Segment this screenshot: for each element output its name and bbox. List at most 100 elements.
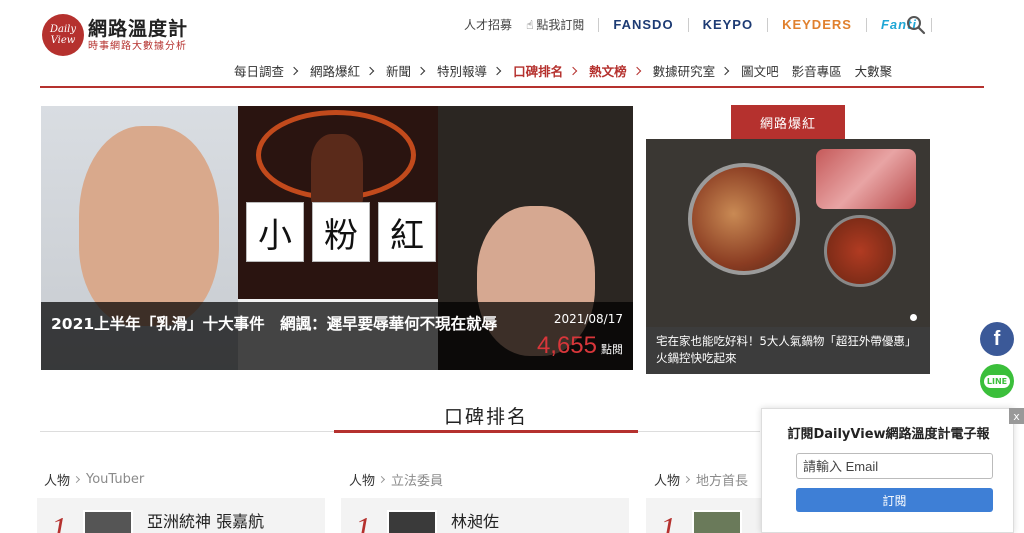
ranking-name[interactable]: 林昶佐	[451, 508, 499, 532]
chevron-right-icon	[568, 66, 578, 75]
chevron-right-icon	[632, 66, 641, 75]
nav-special-report[interactable]: 特別報導	[437, 61, 502, 80]
carousel-dot[interactable]	[910, 314, 917, 321]
hero-photo-figure	[311, 134, 363, 206]
divider	[767, 17, 769, 32]
avatar	[83, 510, 133, 533]
careers-link[interactable]: 人才招募	[464, 16, 512, 33]
hand-pointer-icon: ☝	[526, 17, 534, 32]
brand-keyders[interactable]: KEYDERS	[782, 17, 852, 32]
nav-label: 熱文榜	[589, 64, 627, 79]
nav-label: 新聞	[386, 64, 412, 79]
chevron-right-icon	[682, 475, 691, 484]
nav-news[interactable]: 新聞	[386, 61, 426, 80]
top-links: 人才招募 ☝ 點我訂閱 FANSDO KEYPO KEYDERS Fanti	[464, 16, 932, 33]
rank-number: 1	[355, 510, 371, 533]
search-icon[interactable]	[906, 15, 926, 35]
divider	[865, 17, 867, 32]
newsletter-title: 訂閱DailyView網路溫度計電子報	[787, 427, 990, 442]
ranking-card[interactable]: 1 林昶佐	[341, 498, 629, 533]
nav-hot-articles[interactable]: 熱文榜	[589, 61, 641, 80]
hero-feature[interactable]: 小 粉 紅 2021上半年「乳滑」十大事件 網諷：遲早要辱華何不現在就辱 202…	[41, 106, 633, 370]
ranking-category[interactable]: 人物 地方首長	[654, 470, 748, 489]
chevron-right-icon	[289, 66, 299, 75]
nav-ranking[interactable]: 口碑排名	[513, 61, 578, 80]
category-sub: YouTuber	[86, 472, 145, 487]
logo-subtitle: 時事網路大數據分析	[88, 40, 187, 52]
side-photo-meat	[816, 149, 916, 209]
subscribe-button[interactable]: 訂閱	[796, 488, 993, 512]
nav-daily-survey[interactable]: 每日調查	[234, 61, 299, 80]
divider	[598, 17, 600, 32]
section-underline	[334, 430, 638, 433]
main-nav: 每日調查 網路爆紅 新聞 特別報導 口碑排名 熱文榜 數據研究室 圖文吧 影音專…	[234, 61, 892, 80]
line-label: LINE	[983, 374, 1011, 388]
category-label: 人物	[44, 474, 71, 489]
logo-badge-top: Daily	[49, 24, 77, 35]
hero-title[interactable]: 2021上半年「乳滑」十大事件 網諷：遲早要辱華何不現在就辱	[51, 313, 521, 336]
divider	[687, 17, 689, 32]
brand-fansdo[interactable]: FANSDO	[613, 17, 673, 32]
category-label: 人物	[349, 474, 376, 489]
category-label: 人物	[654, 474, 681, 489]
side-photo-hotpot	[824, 215, 896, 287]
hero-date: 2021/08/17	[553, 312, 623, 326]
chevron-right-icon	[72, 475, 81, 484]
rank-number: 1	[51, 510, 67, 533]
category-sub: 地方首長	[696, 474, 749, 489]
ranking-category[interactable]: 人物 YouTuber	[44, 470, 144, 489]
nav-label: 圖文吧	[741, 64, 779, 79]
nav-underline	[40, 86, 984, 88]
avatar	[692, 510, 742, 533]
section-title: 口碑排名	[443, 406, 528, 428]
chevron-right-icon	[416, 66, 426, 75]
chevron-right-icon	[377, 475, 386, 484]
ranking-name[interactable]: 亞洲統神 張嘉航	[147, 508, 264, 532]
nav-data-lab[interactable]: 數據研究室	[652, 61, 730, 80]
nav-label: 特別報導	[437, 64, 488, 79]
side-feature[interactable]: 網路爆紅 宅在家也能吃好料！5大人氣鍋物「超狂外帶優惠」 火鍋控快吃起來	[646, 105, 930, 374]
newsletter-popup: 訂閱DailyView網路溫度計電子報 訂閱	[761, 408, 1014, 533]
ranking-category[interactable]: 人物 立法委員	[349, 470, 443, 489]
nav-viral[interactable]: 網路爆紅	[310, 61, 375, 80]
nav-label: 影音專區	[791, 64, 842, 79]
logo-badge: Daily View	[42, 14, 84, 56]
nav-label: 數據研究室	[652, 64, 716, 79]
brand-keypo[interactable]: KEYPO	[703, 17, 754, 32]
side-caption[interactable]: 宅在家也能吃好料！5大人氣鍋物「超狂外帶優惠」 火鍋控快吃起來	[646, 327, 930, 374]
nav-big-data[interactable]: 大數聚	[855, 61, 893, 80]
subscribe-link[interactable]: ☝ 點我訂閱	[526, 16, 584, 33]
hero-char: 紅	[378, 202, 436, 262]
category-sub: 立法委員	[391, 474, 444, 489]
avatar	[387, 510, 437, 533]
nav-label: 每日調查	[234, 64, 285, 79]
email-field[interactable]	[796, 453, 993, 479]
facebook-icon[interactable]: f	[980, 322, 1014, 356]
chevron-right-icon	[365, 66, 375, 75]
hero-view-count: 4,655	[536, 332, 597, 359]
line-icon[interactable]: LINE	[980, 364, 1014, 398]
hero-view-unit: 點閱	[601, 343, 623, 356]
site-logo[interactable]: Daily View 網路溫度計 時事網路大數據分析	[42, 14, 188, 56]
hero-views: 4,655 點閱	[537, 332, 623, 360]
ranking-card[interactable]: 1 亞洲統神 張嘉航	[37, 498, 325, 533]
nav-label: 大數聚	[854, 64, 893, 79]
logo-title: 網路溫度計	[88, 17, 189, 40]
nav-video[interactable]: 影音專區	[792, 61, 842, 80]
nav-label: 口碑排名	[513, 64, 564, 79]
chevron-right-icon	[492, 66, 502, 75]
subscribe-link-label: 點我訂閱	[536, 18, 585, 32]
logo-badge-bottom: View	[50, 35, 76, 46]
nav-label: 網路爆紅	[310, 64, 361, 79]
hero-char: 小	[246, 202, 304, 262]
hero-photo-characters: 小 粉 紅	[246, 202, 436, 262]
hero-char: 粉	[312, 202, 370, 262]
hero-photo-face	[79, 126, 219, 326]
side-photo-hotpot	[688, 163, 800, 275]
rank-number: 1	[660, 510, 676, 533]
side-category-tag[interactable]: 網路爆紅	[731, 105, 845, 139]
ranking-card[interactable]: 1	[646, 498, 766, 533]
chevron-right-icon	[720, 66, 730, 75]
nav-infographics[interactable]: 圖文吧	[741, 61, 779, 80]
close-icon[interactable]: x	[1009, 408, 1024, 424]
